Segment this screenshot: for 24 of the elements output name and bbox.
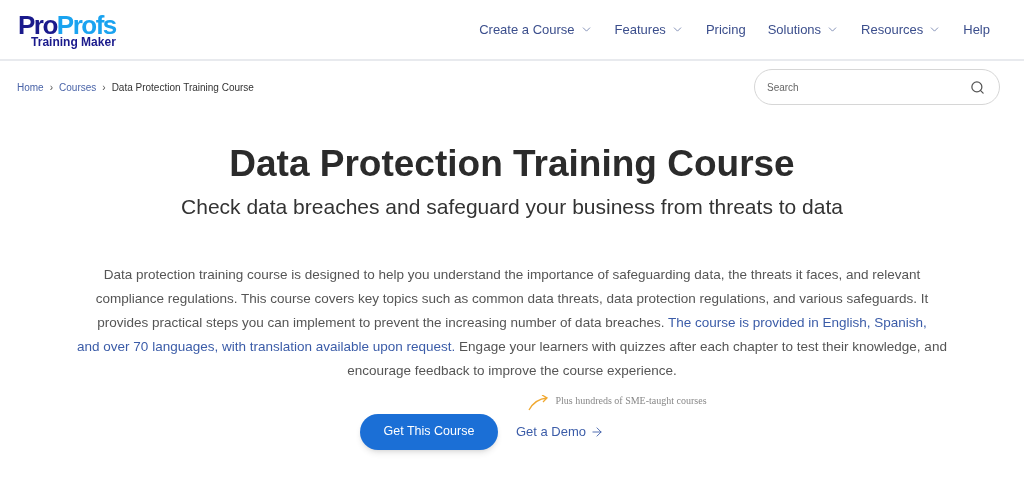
nav-link[interactable]: Solutions bbox=[767, 19, 840, 40]
demo-link[interactable]: Get a Demo bbox=[515, 422, 605, 442]
page-subtitle: Check data breaches and safeguard your business from threats to data bbox=[180, 194, 844, 221]
arrow-right-icon bbox=[590, 424, 605, 439]
course-description: Data protection training course is designed to help you understand the importance of safeguarding data, the threats it faces, and relevant compliance regulations. This course covers key topics such as common data threats, data protection regulations, and various safeguards. It provides practical steps you can implement to prevent the increasing number of data breaches. The course is provided in English, Spanish, and over 70 languages, with translation available upon request. Engage your learners with quizzes after each chapter to test their knowledge, and encourage feedback to improve the course experience. bbox=[76, 265, 948, 380]
courses-note: Plus hundreds of SME-taught courses bbox=[555, 393, 707, 408]
breadcrumb-link[interactable]: Courses bbox=[59, 79, 97, 95]
breadcrumb-separator: › bbox=[102, 80, 106, 95]
nav-link[interactable]: Pricing bbox=[705, 19, 746, 40]
page-title: Data Protection Training Course bbox=[228, 142, 796, 186]
breadcrumb-link[interactable]: Data Protection Training Course bbox=[111, 79, 254, 95]
logo[interactable]: ProProfs Training Maker bbox=[18, 11, 116, 48]
breadcrumb-link[interactable]: Home bbox=[17, 79, 44, 95]
get-course-button[interactable]: Get This Course bbox=[359, 413, 498, 450]
curved-arrow-icon bbox=[527, 394, 550, 411]
nav-link[interactable]: Features bbox=[614, 19, 684, 40]
language-link[interactable]: and over 70 languages, with translation available upon request. bbox=[77, 338, 456, 354]
search-icon[interactable] bbox=[970, 79, 985, 95]
search-input[interactable]: Search bbox=[767, 79, 917, 95]
breadcrumb-separator: › bbox=[49, 80, 54, 95]
nav-link[interactable]: Create a Course bbox=[479, 19, 593, 40]
nav-link[interactable]: Resources bbox=[861, 19, 942, 40]
nav-link[interactable]: Help bbox=[963, 19, 990, 40]
language-link[interactable]: The course is provided in English, Spanish, bbox=[667, 314, 927, 330]
